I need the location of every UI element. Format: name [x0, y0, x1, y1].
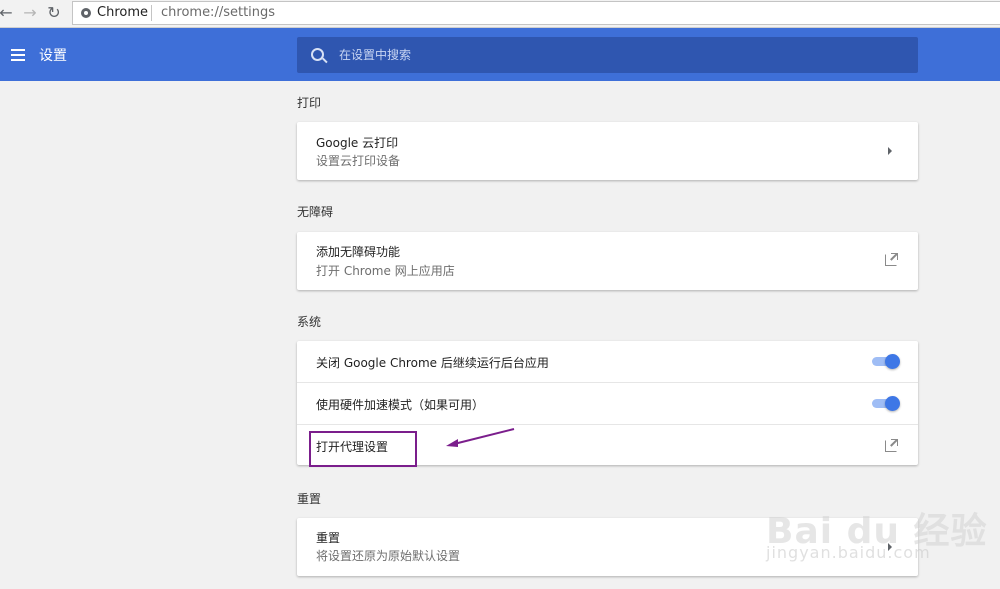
background-apps-title: 关闭 Google Chrome 后继续运行后台应用 — [316, 356, 549, 370]
card-accessibility: 添加无障碍功能 打开 Chrome 网上应用店 — [297, 232, 918, 290]
site-name: Chrome — [97, 5, 148, 20]
reset-settings-subtitle: 将设置还原为原始默认设置 — [316, 549, 461, 563]
cloud-print-row[interactable]: Google 云打印 设置云打印设备 — [297, 122, 918, 180]
add-accessibility-row[interactable]: 添加无障碍功能 打开 Chrome 网上应用店 — [297, 232, 918, 290]
reset-settings-title: 重置 — [316, 531, 341, 545]
search-icon — [311, 48, 324, 61]
browser-toolbar: ← → ↻ Chrome chrome://settings — [0, 0, 1000, 28]
hardware-accel-title: 使用硬件加速模式（如果可用） — [316, 398, 485, 412]
add-accessibility-subtitle: 打开 Chrome 网上应用店 — [316, 264, 455, 278]
page-title: 设置 — [39, 48, 67, 64]
url-separator — [151, 5, 152, 21]
hardware-accel-row[interactable]: 使用硬件加速模式（如果可用） — [297, 382, 918, 424]
section-title-reset: 重置 — [297, 492, 322, 506]
search-box[interactable] — [297, 37, 918, 73]
watermark-url: jingyan.baidu.com — [766, 543, 931, 562]
section-title-print: 打印 — [297, 96, 322, 110]
baidu-jingyan-watermark: Bai du 经验 jingyan.baidu.com — [760, 480, 1000, 575]
background-apps-toggle[interactable] — [872, 354, 900, 369]
forward-arrow-icon[interactable]: → — [20, 3, 40, 23]
hamburger-menu-icon[interactable] — [11, 49, 25, 61]
cloud-print-subtitle: 设置云打印设备 — [316, 154, 401, 168]
annotation-arrow-icon — [446, 428, 515, 447]
url-text[interactable]: chrome://settings — [161, 5, 275, 20]
open-external-icon[interactable] — [885, 253, 898, 266]
annotation-highlight-box — [309, 431, 417, 467]
open-external-icon[interactable] — [885, 439, 898, 452]
section-title-accessibility: 无障碍 — [297, 205, 334, 219]
search-input[interactable] — [339, 37, 899, 73]
back-arrow-icon[interactable]: ← — [0, 3, 16, 23]
chevron-right-icon — [888, 147, 892, 155]
chrome-page-icon — [81, 8, 91, 18]
add-accessibility-title: 添加无障碍功能 — [316, 245, 401, 259]
background-apps-row[interactable]: 关闭 Google Chrome 后继续运行后台应用 — [297, 341, 918, 382]
card-print: Google 云打印 设置云打印设备 — [297, 122, 918, 180]
section-title-system: 系统 — [297, 315, 322, 329]
settings-header: 设置 — [0, 28, 1000, 81]
hardware-accel-toggle[interactable] — [872, 396, 900, 411]
reload-icon[interactable]: ↻ — [44, 3, 64, 23]
cloud-print-title: Google 云打印 — [316, 136, 399, 150]
address-bar[interactable]: Chrome chrome://settings — [72, 1, 1000, 25]
